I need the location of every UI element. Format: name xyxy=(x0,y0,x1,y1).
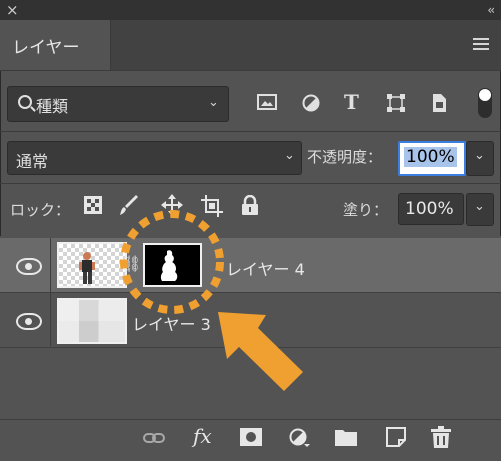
trash-icon[interactable] xyxy=(431,426,451,448)
layer-style-fx-icon[interactable]: fx xyxy=(193,424,212,448)
new-layer-icon[interactable] xyxy=(386,427,406,447)
new-adjustment-layer-icon[interactable] xyxy=(289,428,311,448)
add-mask-icon[interactable] xyxy=(240,428,262,446)
pointer-arrow xyxy=(218,312,303,391)
new-group-folder-icon[interactable] xyxy=(335,428,357,446)
annotation-overlay xyxy=(120,210,303,391)
highlight-circle xyxy=(120,210,224,314)
link-layers-icon[interactable] xyxy=(143,431,165,445)
